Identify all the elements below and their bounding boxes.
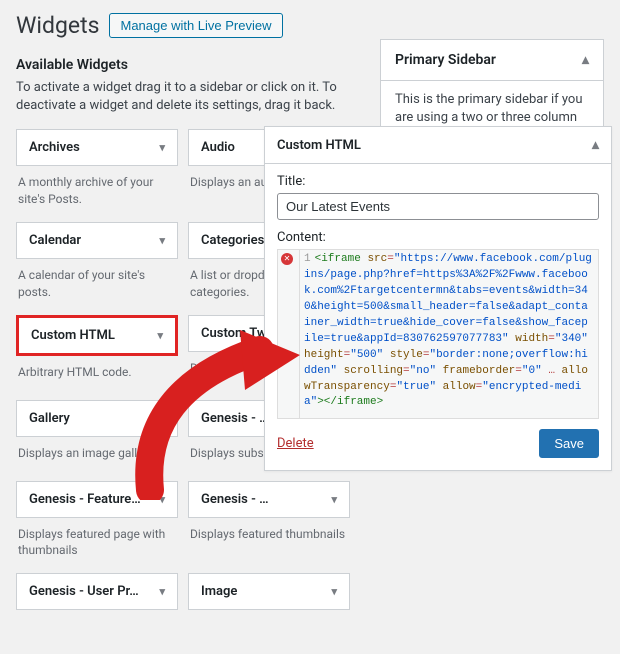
widget-title-label: Audio <box>201 140 235 155</box>
widget-desc: A monthly archive of your site's Posts. <box>16 166 178 222</box>
widget-desc: Displays an image gallery. <box>16 437 178 481</box>
widget-title-label: Genesis - … <box>201 492 269 507</box>
widget-box: Calendar ▾ A calendar of your site's posts… <box>16 222 178 315</box>
widget-title-label: Custom HTML <box>31 328 115 343</box>
widget-title[interactable]: Image ▾ <box>188 573 350 610</box>
widget-title-label: Gallery <box>29 411 70 426</box>
widget-title-label: Calendar <box>29 233 81 248</box>
save-button[interactable]: Save <box>539 429 599 458</box>
widget-box: Gallery ▾ Displays an image gallery. <box>16 400 178 481</box>
chevron-down-icon: ▾ <box>157 329 163 342</box>
widget-box: Image ▾ <box>188 573 350 654</box>
chevron-down-icon: ▾ <box>331 493 337 506</box>
collapse-icon[interactable]: ▴ <box>592 137 599 153</box>
code-editor[interactable]: 1<iframe src="https://www.facebook.com/p… <box>277 249 599 419</box>
custom-html-editor: Custom HTML ▴ Title: Content: 1<iframe s… <box>264 126 612 471</box>
available-widgets-help: To activate a widget drag it to a sideba… <box>16 79 360 115</box>
content-label: Content: <box>277 230 599 245</box>
widget-title[interactable]: Custom HTML ▾ <box>16 315 178 356</box>
available-widgets-heading: Available Widgets <box>16 57 360 73</box>
primary-sidebar-title: Primary Sidebar <box>395 52 496 68</box>
widget-title-label: Genesis - Feature… <box>29 492 141 507</box>
widget-title-input[interactable] <box>277 193 599 220</box>
error-icon <box>281 253 293 265</box>
widget-box: Archives ▾ A monthly archive of your site'… <box>16 129 178 222</box>
manage-live-preview-button[interactable]: Manage with Live Preview <box>109 13 282 38</box>
widget-title-label: Genesis - … <box>201 411 269 426</box>
widget-desc <box>16 610 178 654</box>
title-label: Title: <box>277 174 599 189</box>
delete-link[interactable]: Delete <box>277 436 314 451</box>
chevron-down-icon: ▾ <box>331 585 337 598</box>
widget-title[interactable]: Gallery ▾ <box>16 400 178 437</box>
widget-desc: A calendar of your site's posts. <box>16 259 178 315</box>
code-content[interactable]: 1<iframe src="https://www.facebook.com/p… <box>300 250 598 418</box>
chevron-down-icon: ▾ <box>159 141 165 154</box>
chevron-down-icon: ▾ <box>159 234 165 247</box>
widget-desc: Arbitrary HTML code. <box>16 356 178 400</box>
widget-title-label: Categories <box>201 233 264 248</box>
chevron-down-icon: ▾ <box>159 412 165 425</box>
widget-title-label: Archives <box>29 140 80 155</box>
widget-desc: Displays featured thumbnails <box>188 518 350 562</box>
widget-box: Custom HTML ▾ Arbitrary HTML code. <box>16 315 178 400</box>
widget-title[interactable]: Calendar ▾ <box>16 222 178 259</box>
widget-desc <box>188 610 350 654</box>
widget-box: Genesis - User Pr… ▾ <box>16 573 178 654</box>
chevron-down-icon: ▾ <box>159 493 165 506</box>
widget-title[interactable]: Archives ▾ <box>16 129 178 166</box>
editor-title: Custom HTML <box>277 138 361 153</box>
widget-title[interactable]: Genesis - … ▾ <box>188 481 350 518</box>
collapse-icon[interactable]: ▴ <box>582 52 589 68</box>
widget-title[interactable]: Genesis - User Pr… ▾ <box>16 573 178 610</box>
widget-title[interactable]: Genesis - Feature… ▾ <box>16 481 178 518</box>
widget-title-label: Genesis - User Pr… <box>29 584 139 599</box>
page-title: Widgets <box>16 12 99 39</box>
widget-box: Genesis - Feature… ▾ Displays featured pag… <box>16 481 178 574</box>
widget-box: Genesis - … ▾ Displays featured thumbnails <box>188 481 350 574</box>
widget-title-label: Image <box>201 584 237 599</box>
widget-desc: Displays featured page with thumbnails <box>16 518 178 574</box>
chevron-down-icon: ▾ <box>159 585 165 598</box>
